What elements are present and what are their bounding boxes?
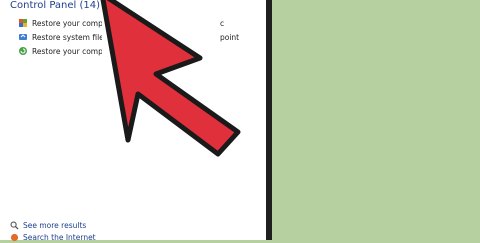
panel-border [266,0,272,240]
search-icon [10,221,19,230]
section-title-control-panel[interactable]: Control Panel (14) [10,0,100,12]
flag-icon [19,19,27,27]
result-item-restore-computer[interactable]: Restore your computer c [18,16,239,30]
see-more-results-link[interactable]: See more results [10,219,96,231]
result-label: Restore your computer [32,46,102,56]
bottom-links: See more results Search the Internet [10,219,96,243]
result-label-tail: point [220,32,240,42]
result-label-tail: c [220,18,225,28]
result-list: Restore your computer c Restore system f… [18,16,239,58]
result-item-restore-system-files[interactable]: Restore system files point [18,30,239,44]
see-more-results-label: See more results [23,220,87,230]
recovery-icon [19,47,27,55]
system-restore-icon [19,34,27,40]
result-item-restore-computer-2[interactable]: Restore your computer [18,44,239,58]
search-internet-label: Search the Internet [23,232,96,242]
start-menu-search-panel: Control Panel (14) Restore your computer… [0,0,266,243]
search-internet-link[interactable]: Search the Internet [10,231,96,243]
result-label: Restore system files [32,32,102,42]
result-label: Restore your computer [32,18,102,28]
internet-search-icon [10,233,19,241]
